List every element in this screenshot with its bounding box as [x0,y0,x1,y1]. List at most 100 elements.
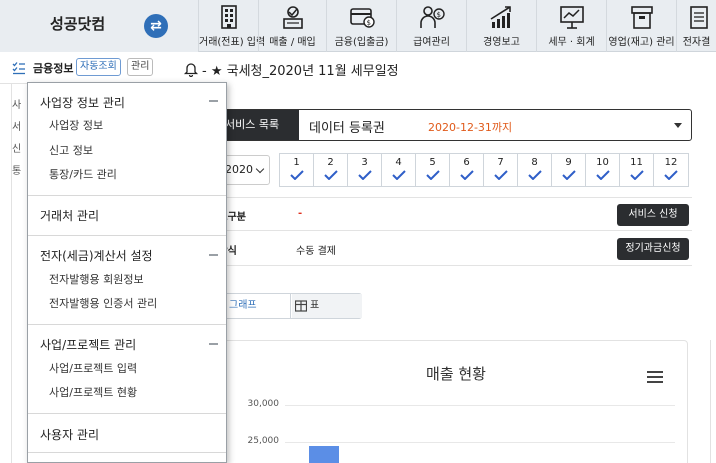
check-icon [323,170,338,180]
dd-group-einvoice-settings[interactable]: 전자(세금)계산서 설정 [40,247,153,264]
bell-icon[interactable] [183,61,199,77]
menu-label: 전자결 [682,37,711,48]
month-cell[interactable]: 1 [280,154,314,186]
month-cell[interactable]: 2 [314,154,348,186]
month-cell[interactable]: 6 [450,154,484,186]
divider [28,324,226,325]
chevron-down-icon [255,164,265,174]
divider [28,195,226,196]
dd-item-account-card[interactable]: 통장/카드 관리 [49,166,117,182]
divider [200,230,692,231]
dd-group-user-manage[interactable]: 사용자 관리 [40,426,99,443]
menu-label: 경영보고 [483,37,520,48]
dd-group-business-info[interactable]: 사업장 정보 관리 [40,94,125,111]
month-number: 12 [664,157,678,168]
month-number: 1 [293,157,300,168]
menu-sales-inventory[interactable]: 영업(재고) 관리 [606,0,676,52]
dd-item-business-info[interactable]: 사업장 정보 [49,117,103,133]
dd-item-einvoice-member[interactable]: 전자발행용 회원정보 [49,271,144,287]
menu-label: 매출 / 매입 [269,37,316,48]
check-icon [561,170,576,180]
table-view-button[interactable]: 표 [292,294,362,318]
menu-payroll[interactable]: $ 급여관리 [396,0,466,52]
menu-tax-accounting[interactable]: 세무 · 회계 [536,0,606,52]
month-number: 10 [596,157,609,168]
dd-group-client-manage[interactable]: 거래처 관리 [40,207,99,224]
month-cell[interactable]: 10 [586,154,620,186]
month-cell[interactable]: 12 [654,154,688,186]
growth-chart-icon [490,6,511,28]
service-apply-button[interactable]: 서비스 신청 [617,204,689,226]
menu-management-report[interactable]: 경영보고 [466,0,536,52]
top-navigation-bar: 성공닷컴 ⇄ 거래(전표) 입력 매출 / 매입 $ 금융(입출금) $ 급여관… [0,0,716,52]
building-icon [220,5,237,29]
menu-sales-purchase[interactable]: 매출 / 매입 [258,0,326,52]
y-tick-label: 25,000 [247,436,280,446]
document-icon [689,6,708,29]
payment-method-value: 수동 결제 [296,246,336,257]
chart-bar [309,445,339,463]
dd-group-project-manage[interactable]: 사업/프로젝트 관리 [40,336,136,353]
month-cell[interactable]: 4 [382,154,416,186]
month-number: 11 [630,157,643,168]
sales-chart-card: 매출 현황 30,000 25,000 [222,340,688,463]
sidebar-header: 금융정보 자동조회 관리 [0,52,170,84]
menu-label: 금융(입출금) [334,37,389,48]
month-cell[interactable]: 8 [518,154,552,186]
check-icon [595,170,610,180]
dd-item-project-status[interactable]: 사업/프로젝트 현황 [49,384,137,400]
sidebar-peek-label: 사 [12,100,22,111]
menu-icon[interactable] [647,371,663,383]
dd-item-project-entry[interactable]: 사업/프로젝트 입력 [49,360,137,376]
payroll-person-icon: $ [419,6,445,28]
svg-text:$: $ [436,11,440,19]
month-cell[interactable]: 5 [416,154,450,186]
month-number: 6 [463,157,470,168]
auto-lookup-button[interactable]: 자동조회 [76,58,121,76]
view-toggle: 그래프 표 [214,293,362,319]
service-expiry-date: 2020-12-31까지 [428,121,513,134]
table-view-label: 표 [310,300,320,311]
notice-breadcrumb[interactable]: - ★ 국세청_2020년 11월 세무일정 [202,60,399,79]
sidebar-peek-label: 통 [12,166,22,177]
collapse-minus-icon[interactable] [209,254,218,256]
menu-electronic-approval[interactable]: 전자결 [676,0,716,52]
menu-transaction-entry[interactable]: 거래(전표) 입력 [198,0,266,52]
checklist-icon [12,62,25,75]
divider [28,452,226,453]
recurring-billing-button[interactable]: 정기과금신청 [617,238,689,260]
month-number: 4 [395,157,402,168]
menu-label: 영업(재고) 관리 [608,37,675,48]
table-icon [295,300,307,312]
menu-finance[interactable]: $ 금융(입출금) [326,0,396,52]
month-cell[interactable]: 9 [552,154,586,186]
month-cell[interactable]: 11 [620,154,654,186]
divider [28,235,226,236]
switch-company-button[interactable]: ⇄ [144,14,168,38]
month-cell[interactable]: 3 [348,154,382,186]
divider [200,197,692,198]
collapse-minus-icon[interactable] [209,100,218,102]
menu-label: 거래(전표) 입력 [199,37,266,48]
sidebar-peek-label: 서 [12,122,22,133]
side-panel-edge [710,340,716,463]
inventory-box-icon [630,6,653,29]
check-icon [425,170,440,180]
divider [28,413,226,414]
dd-item-einvoice-cert[interactable]: 전자발행용 인증서 관리 [49,295,157,311]
divider [200,265,692,266]
y-tick-label: 30,000 [247,399,280,409]
dd-item-report-info[interactable]: 신고 정보 [49,142,93,158]
service-selector[interactable]: 서비스 목록 데이터 등록권 2020-12-31까지 [200,109,692,141]
caret-down-icon[interactable] [674,123,682,128]
check-icon [289,170,304,180]
brand-name: 성공닷컴 [50,15,106,33]
svg-text:$: $ [366,19,370,27]
grid-line [285,405,675,406]
month-number: 5 [429,157,436,168]
manage-button[interactable]: 관리 [127,58,154,76]
month-cell[interactable]: 7 [484,154,518,186]
collapse-minus-icon[interactable] [209,343,218,345]
menu-label: 세무 · 회계 [548,37,595,48]
chart-title: 매출 현황 [426,365,486,383]
